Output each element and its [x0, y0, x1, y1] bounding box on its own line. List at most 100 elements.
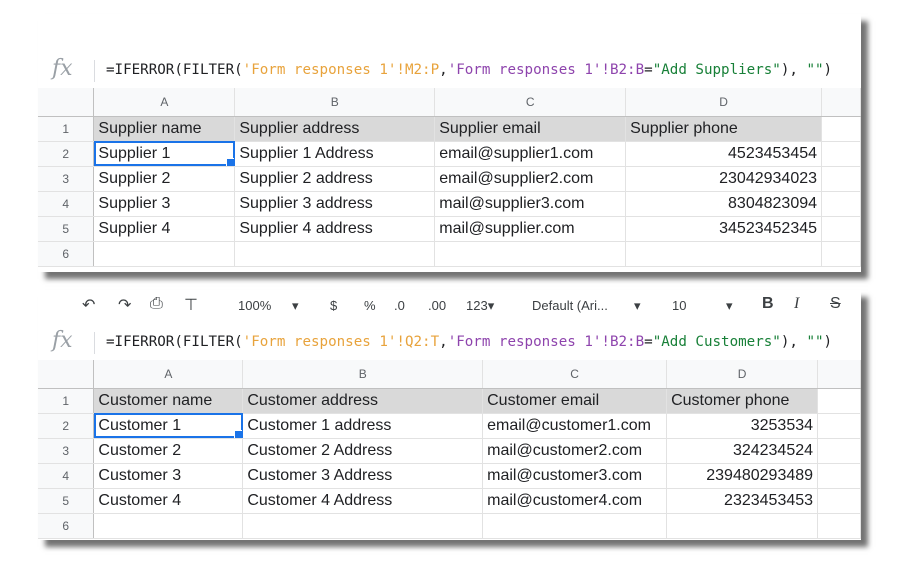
- cell[interactable]: Customer email: [482, 388, 668, 414]
- column-header-d[interactable]: D: [625, 88, 823, 117]
- cell[interactable]: mail@supplier3.com: [434, 191, 627, 217]
- cell[interactable]: Customer 2 Address: [242, 438, 484, 464]
- cell[interactable]: mail@customer2.com: [482, 438, 668, 464]
- cell[interactable]: Customer 3 Address: [242, 463, 484, 489]
- print-icon[interactable]: ⎙: [150, 295, 163, 313]
- increase-decimal-button[interactable]: .00: [428, 298, 446, 313]
- formula-bar[interactable]: fx =IFERROR(FILTER('Form responses 1'!Q2…: [38, 326, 861, 361]
- currency-icon[interactable]: ⁝: [328, 14, 333, 17]
- more-formats-button[interactable]: 123▾: [466, 298, 494, 314]
- cell[interactable]: 3253534: [666, 413, 819, 439]
- strike-icon[interactable]: ▬: [830, 14, 846, 15]
- row-header[interactable]: 6: [38, 513, 95, 539]
- cell[interactable]: [817, 438, 861, 464]
- row-header[interactable]: 6: [38, 241, 95, 267]
- row-header[interactable]: 5: [38, 488, 95, 514]
- cell[interactable]: 34523452345: [625, 216, 823, 242]
- cell[interactable]: Supplier phone: [625, 116, 823, 142]
- cell[interactable]: 2323453453: [666, 488, 819, 514]
- cell[interactable]: [817, 388, 861, 414]
- cell[interactable]: Supplier 2: [93, 166, 236, 192]
- percent-button[interactable]: %: [364, 298, 376, 313]
- row-header[interactable]: 3: [38, 166, 95, 192]
- chevron-down-icon[interactable]: ▾: [634, 298, 641, 314]
- column-header-b[interactable]: B: [234, 88, 436, 117]
- row-header[interactable]: 1: [38, 388, 95, 414]
- cell[interactable]: [817, 513, 861, 539]
- cell[interactable]: Supplier email: [434, 116, 627, 142]
- cell[interactable]: [242, 513, 484, 539]
- undo-icon[interactable]: ↶: [82, 295, 95, 315]
- cell[interactable]: Supplier 4 address: [234, 216, 436, 242]
- selected-cell[interactable]: Supplier 1: [93, 141, 236, 167]
- redo-icon[interactable]: ↷: [118, 295, 131, 315]
- cell[interactable]: [93, 241, 236, 267]
- cell[interactable]: 8304823094: [625, 191, 823, 217]
- select-all-corner[interactable]: [38, 360, 95, 389]
- select-all-corner[interactable]: [38, 88, 95, 117]
- cell[interactable]: [817, 463, 861, 489]
- row-header[interactable]: 4: [38, 463, 95, 489]
- cell[interactable]: [821, 116, 861, 142]
- cell[interactable]: [666, 513, 819, 539]
- column-header-a[interactable]: A: [93, 360, 244, 389]
- print-icon[interactable]: ⎙: [152, 14, 165, 15]
- paint-format-icon[interactable]: ⊤: [184, 295, 198, 315]
- cell[interactable]: Supplier 3: [93, 191, 236, 217]
- cell[interactable]: 324234524: [666, 438, 819, 464]
- cell[interactable]: [482, 513, 668, 539]
- cell[interactable]: 4523453454: [625, 141, 823, 167]
- cell[interactable]: 239480293489: [666, 463, 819, 489]
- cell[interactable]: Supplier 2 address: [234, 166, 436, 192]
- selected-cell[interactable]: Customer 1: [93, 413, 244, 439]
- column-header-c[interactable]: C: [482, 360, 668, 389]
- cell[interactable]: [821, 216, 861, 242]
- italic-icon[interactable]: ▬: [790, 14, 806, 15]
- fill-handle[interactable]: [226, 157, 234, 165]
- cell[interactable]: [817, 413, 861, 439]
- column-header-d[interactable]: D: [666, 360, 819, 389]
- cell[interactable]: email@supplier2.com: [434, 166, 627, 192]
- cell[interactable]: [817, 488, 861, 514]
- cell[interactable]: Customer 4 Address: [242, 488, 484, 514]
- font-select[interactable]: Default (Ari...: [532, 298, 608, 313]
- row-header[interactable]: 1: [38, 116, 95, 142]
- cell[interactable]: 23042934023: [625, 166, 823, 192]
- row-header[interactable]: 4: [38, 191, 95, 217]
- column-header-e[interactable]: [821, 88, 861, 117]
- cell[interactable]: email@customer1.com: [482, 413, 668, 439]
- font-size-select[interactable]: 10: [672, 298, 686, 313]
- chevron-down-icon[interactable]: ▾: [726, 298, 733, 314]
- cell[interactable]: Customer 2: [93, 438, 244, 464]
- column-header-e[interactable]: [817, 360, 861, 389]
- strikethrough-button[interactable]: S: [830, 295, 841, 313]
- cell[interactable]: [821, 166, 861, 192]
- cell[interactable]: [434, 241, 627, 267]
- cell[interactable]: [821, 191, 861, 217]
- zoom-select[interactable]: 100%: [238, 298, 271, 313]
- cell[interactable]: Supplier 1 Address: [234, 141, 436, 167]
- row-header[interactable]: 2: [38, 141, 95, 167]
- formula-bar[interactable]: fx =IFERROR(FILTER('Form responses 1'!M2…: [38, 54, 861, 89]
- cell[interactable]: Customer name: [93, 388, 244, 414]
- decrease-decimal-button[interactable]: .0: [394, 298, 405, 313]
- cell[interactable]: [821, 241, 861, 267]
- column-header-a[interactable]: A: [93, 88, 236, 117]
- cell[interactable]: Supplier 4: [93, 216, 236, 242]
- cell[interactable]: Customer 4: [93, 488, 244, 514]
- cell[interactable]: email@supplier1.com: [434, 141, 627, 167]
- fill-handle[interactable]: [234, 429, 242, 437]
- cell[interactable]: [625, 241, 823, 267]
- chevron-down-icon[interactable]: ▾: [292, 298, 299, 314]
- cell[interactable]: Customer 1 address: [242, 413, 484, 439]
- cell[interactable]: Customer 3: [93, 463, 244, 489]
- italic-button[interactable]: I: [794, 295, 799, 313]
- formula-text[interactable]: =IFERROR(FILTER('Form responses 1'!M2:P,…: [106, 62, 832, 78]
- cell[interactable]: mail@customer3.com: [482, 463, 668, 489]
- bold-button[interactable]: B: [762, 295, 774, 313]
- cell[interactable]: [234, 241, 436, 267]
- bold-icon[interactable]: ▬: [760, 14, 776, 15]
- cell[interactable]: Supplier 3 address: [234, 191, 436, 217]
- cell[interactable]: Supplier name: [93, 116, 236, 142]
- cell[interactable]: Customer phone: [666, 388, 819, 414]
